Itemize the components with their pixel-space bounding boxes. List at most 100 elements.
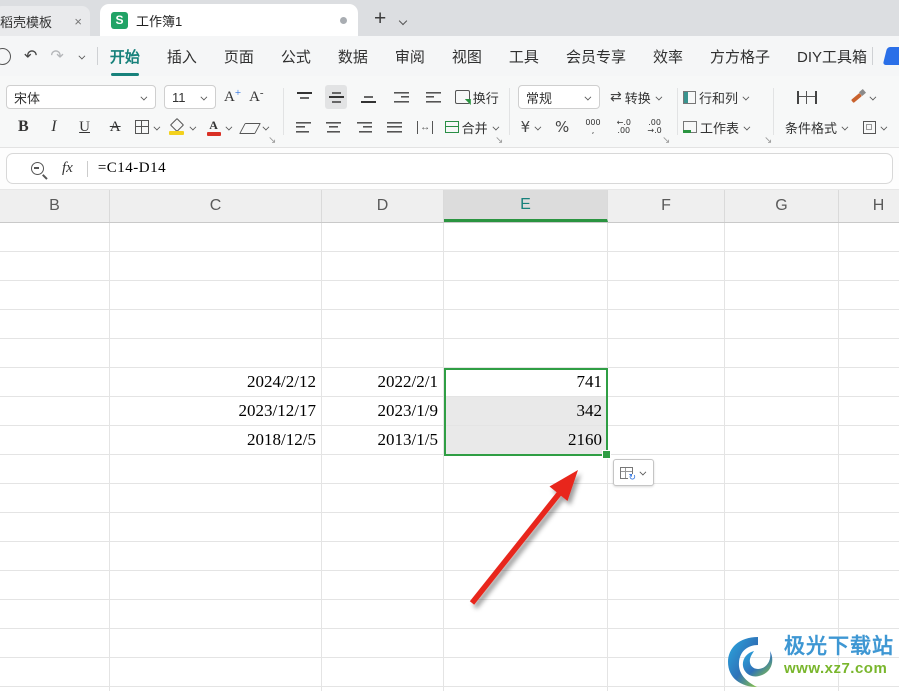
cell-H[interactable] bbox=[839, 397, 899, 426]
cell-G[interactable] bbox=[725, 368, 839, 397]
cell-F[interactable] bbox=[608, 658, 725, 687]
cell-F[interactable] bbox=[608, 339, 725, 368]
cell-H[interactable] bbox=[839, 542, 899, 571]
cell-B[interactable] bbox=[0, 252, 110, 281]
cell-H[interactable] bbox=[839, 223, 899, 252]
search-icon[interactable] bbox=[0, 47, 11, 65]
font-size-select[interactable]: 11 bbox=[164, 85, 216, 109]
wrap-text-button[interactable]: 换行 bbox=[454, 85, 499, 109]
cell-B[interactable] bbox=[0, 484, 110, 513]
cell-E[interactable]: 342 bbox=[444, 397, 608, 426]
menu-tab-方方格子[interactable]: 方方格子 bbox=[710, 46, 770, 67]
cell-D[interactable]: 2023/1/9 bbox=[322, 397, 444, 426]
column-header-D[interactable]: D bbox=[322, 190, 444, 222]
dialog-launcher-icon[interactable]: ↘ bbox=[268, 135, 276, 146]
cell-D[interactable] bbox=[322, 542, 444, 571]
cell-F[interactable] bbox=[608, 281, 725, 310]
column-header-E[interactable]: E bbox=[444, 190, 608, 222]
font-color-button[interactable]: A bbox=[206, 115, 233, 139]
cell-D[interactable] bbox=[322, 658, 444, 687]
cell-G[interactable] bbox=[725, 281, 839, 310]
italic-button[interactable]: I bbox=[43, 115, 65, 139]
cell-E[interactable] bbox=[444, 339, 608, 368]
menu-tab-插入[interactable]: 插入 bbox=[167, 46, 197, 67]
cell-E[interactable] bbox=[444, 542, 608, 571]
cell-C[interactable] bbox=[110, 484, 322, 513]
cell-D[interactable] bbox=[322, 513, 444, 542]
cell-B[interactable] bbox=[0, 397, 110, 426]
tab-workbook[interactable]: S 工作簿1 bbox=[100, 4, 358, 36]
cell-C[interactable] bbox=[110, 281, 322, 310]
cell-C[interactable]: 2024/2/12 bbox=[110, 368, 322, 397]
increase-font-button[interactable]: A + bbox=[224, 87, 241, 106]
align-left-button[interactable] bbox=[292, 115, 314, 139]
cell-C[interactable] bbox=[110, 339, 322, 368]
menu-tab-开始[interactable]: 开始 bbox=[110, 46, 140, 76]
cell-F[interactable] bbox=[608, 513, 725, 542]
cell-E[interactable] bbox=[444, 658, 608, 687]
thousands-separator-button[interactable]: 000 , bbox=[582, 115, 604, 139]
cell-C[interactable] bbox=[110, 571, 322, 600]
worksheet-button[interactable]: 工作表 bbox=[683, 115, 751, 139]
dialog-launcher-icon[interactable]: ↘ bbox=[495, 135, 503, 146]
cell-G[interactable] bbox=[725, 339, 839, 368]
number-format-select[interactable]: 常规 bbox=[518, 85, 600, 109]
cell-C[interactable] bbox=[110, 629, 322, 658]
cell-E[interactable]: 2160 bbox=[444, 426, 608, 455]
align-top-button[interactable] bbox=[293, 85, 315, 109]
menu-tab-效率[interactable]: 效率 bbox=[653, 46, 683, 67]
cell-D[interactable] bbox=[322, 484, 444, 513]
close-icon[interactable]: × bbox=[74, 14, 82, 29]
cell-C[interactable] bbox=[110, 252, 322, 281]
cell-H[interactable] bbox=[839, 339, 899, 368]
cell-C[interactable] bbox=[110, 542, 322, 571]
cell-B[interactable] bbox=[0, 513, 110, 542]
cell-F[interactable] bbox=[608, 397, 725, 426]
percent-button[interactable]: % bbox=[551, 115, 573, 139]
fill-color-button[interactable] bbox=[169, 115, 197, 139]
menu-tab-视图[interactable]: 视图 bbox=[452, 46, 482, 67]
formula-input-box[interactable]: fx =C14-D14 bbox=[6, 153, 893, 184]
cell-B[interactable] bbox=[0, 223, 110, 252]
cell-G[interactable] bbox=[725, 600, 839, 629]
cell-D[interactable] bbox=[322, 455, 444, 484]
cell-F[interactable] bbox=[608, 223, 725, 252]
tab-list-chevron-icon[interactable] bbox=[398, 17, 407, 26]
cell-B[interactable] bbox=[0, 571, 110, 600]
menu-tab-DIY工具箱[interactable]: DIY工具箱 bbox=[797, 46, 867, 67]
merge-cells-button[interactable]: 合并 bbox=[444, 115, 500, 139]
fx-icon[interactable]: fx bbox=[62, 160, 73, 177]
cell-E[interactable] bbox=[444, 281, 608, 310]
decrease-font-button[interactable]: A - bbox=[249, 87, 264, 106]
cell-C[interactable] bbox=[110, 513, 322, 542]
cell-B[interactable] bbox=[0, 658, 110, 687]
cell-E[interactable]: 741 bbox=[444, 368, 608, 397]
cell-G[interactable] bbox=[725, 426, 839, 455]
cell-G[interactable] bbox=[725, 252, 839, 281]
menu-tab-页面[interactable]: 页面 bbox=[224, 46, 254, 67]
cell-G[interactable] bbox=[725, 571, 839, 600]
menu-tab-审阅[interactable]: 审阅 bbox=[395, 46, 425, 67]
cell-D[interactable] bbox=[322, 687, 444, 691]
cell-C[interactable] bbox=[110, 658, 322, 687]
menu-tab-会员专享[interactable]: 会员专享 bbox=[566, 46, 626, 67]
fill-handle[interactable] bbox=[601, 449, 611, 459]
cell-E[interactable] bbox=[444, 252, 608, 281]
align-right-button[interactable] bbox=[353, 115, 375, 139]
cell-style-button[interactable] bbox=[862, 115, 888, 139]
zoom-out-magnifier-icon[interactable] bbox=[31, 162, 44, 175]
cell-G[interactable] bbox=[725, 310, 839, 339]
cell-D[interactable] bbox=[322, 339, 444, 368]
cell-G[interactable] bbox=[725, 513, 839, 542]
cell-H[interactable] bbox=[839, 368, 899, 397]
menu-tab-数据[interactable]: 数据 bbox=[338, 46, 368, 67]
currency-button[interactable]: ¥ bbox=[520, 115, 542, 139]
cell-C[interactable] bbox=[110, 223, 322, 252]
cell-D[interactable] bbox=[322, 310, 444, 339]
cell-H[interactable] bbox=[839, 455, 899, 484]
wps-ai-icon[interactable] bbox=[882, 47, 899, 65]
cell-E[interactable] bbox=[444, 571, 608, 600]
cell-H[interactable] bbox=[839, 281, 899, 310]
cell-C[interactable]: 2018/12/5 bbox=[110, 426, 322, 455]
borders-button[interactable] bbox=[134, 115, 161, 139]
